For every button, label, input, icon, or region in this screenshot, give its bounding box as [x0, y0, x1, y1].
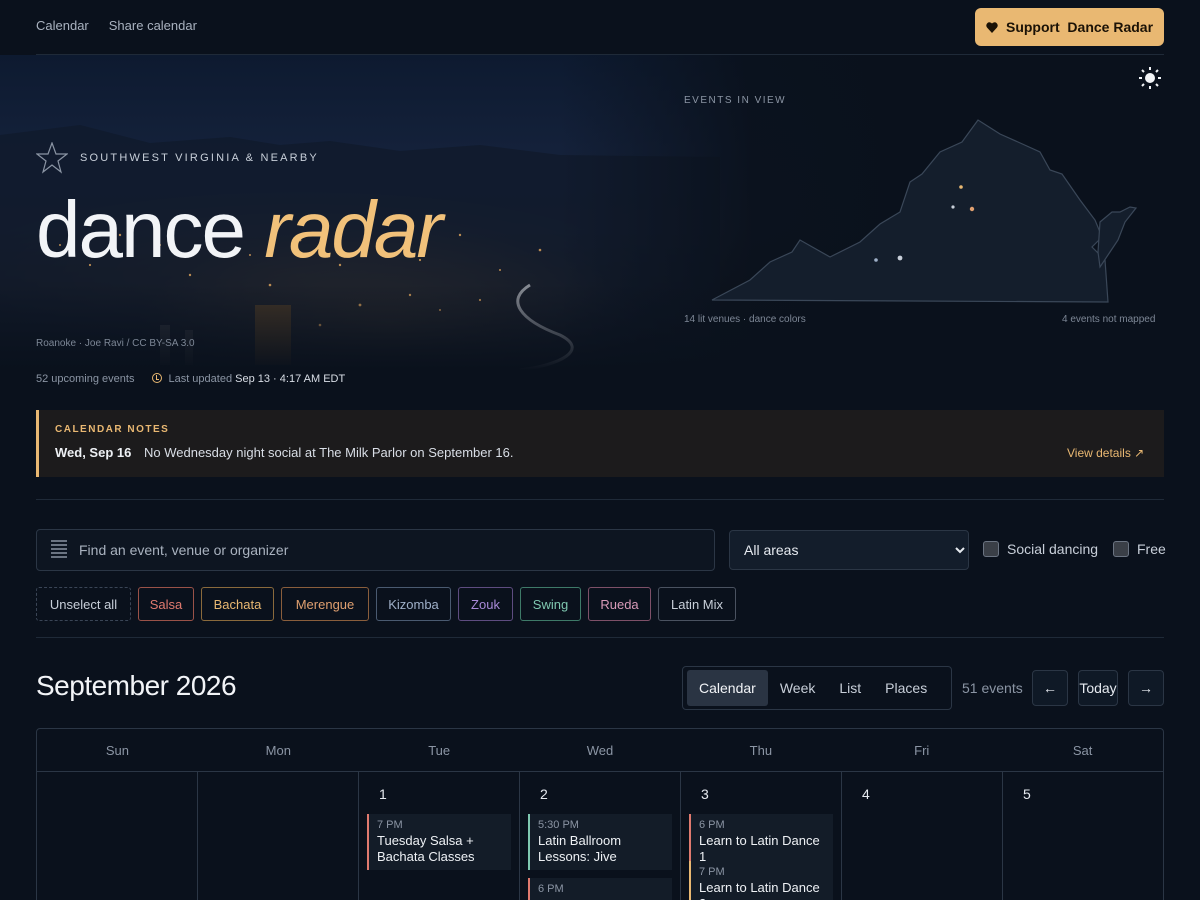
venue-marker[interactable]	[897, 255, 903, 261]
chip-rueda[interactable]: Rueda	[588, 587, 651, 621]
search-input[interactable]	[79, 542, 679, 558]
venue-marker[interactable]	[969, 206, 975, 212]
search-icon	[51, 540, 67, 558]
hero-subtitle: SOUTHWEST VIRGINIA & NEARBY	[80, 152, 319, 164]
upcoming-count: 52 upcoming events	[36, 373, 135, 385]
notes-text: No Wednesday night social at The Milk Pa…	[144, 445, 514, 460]
divider	[36, 637, 1164, 638]
view-switcher: Calendar Week List Places	[682, 666, 952, 710]
checkbox-box[interactable]	[983, 541, 999, 557]
social-dancing-checkbox[interactable]: Social dancing	[983, 541, 1098, 557]
heart-icon	[986, 21, 998, 33]
chip-kizomba[interactable]: Kizomba	[376, 587, 451, 621]
sun-icon[interactable]	[1138, 66, 1162, 90]
site-title-main: dance	[36, 185, 265, 274]
event-time: 5:30 PM	[538, 819, 579, 831]
prev-month-button[interactable]: ←	[1032, 670, 1068, 706]
weekday-label: Sun	[105, 743, 129, 758]
weekday-label: Sat	[1072, 743, 1093, 758]
social-dancing-label: Social dancing	[1007, 541, 1099, 557]
checkbox-box[interactable]	[1113, 541, 1129, 557]
view-places-button[interactable]: Places	[873, 670, 939, 706]
day-cell-empty	[198, 772, 359, 900]
virginia-map[interactable]	[700, 112, 1150, 307]
view-calendar-button[interactable]: Calendar	[687, 670, 768, 706]
day-number: 5	[1023, 786, 1031, 802]
nav-share-calendar-link[interactable]: Share calendar	[109, 18, 197, 33]
chip-bachata[interactable]: Bachata	[201, 587, 274, 621]
area-select[interactable]: All areas	[729, 530, 969, 570]
search-field	[36, 529, 715, 571]
hero-subtitle-row: SOUTHWEST VIRGINIA & NEARBY	[36, 142, 319, 174]
event-time: 7 PM	[377, 819, 403, 831]
free-label: Free	[1137, 541, 1166, 557]
photo-credit: Roanoke · Joe Ravi / CC BY-SA 3.0	[36, 338, 195, 349]
day-cell[interactable]: 4	[842, 772, 1003, 900]
last-updated-value: Sep 13 · 4:17 AM EDT	[235, 373, 346, 385]
support-button[interactable]: Support Dance Radar	[975, 8, 1164, 46]
day-number: 4	[862, 786, 870, 802]
unselect-all-button[interactable]: Unselect all	[36, 587, 131, 621]
venue-marker[interactable]	[959, 185, 963, 189]
day-number: 1	[379, 786, 387, 802]
weekday-label: Fri	[914, 743, 930, 758]
clock-icon	[152, 373, 163, 383]
last-updated-label: Last updated	[168, 373, 233, 385]
weekday-header: Sun Mon Tue Wed Thu Fri Sat	[37, 729, 1163, 772]
last-updated: Last updated Sep 13 · 4:17 AM EDT	[152, 373, 345, 385]
event-card[interactable]: 7 PM Tuesday Salsa + Bachata Classes	[367, 814, 511, 870]
event-card[interactable]: 6 PM	[528, 878, 672, 900]
notes-label: CALENDAR NOTES	[55, 424, 170, 435]
chip-merengue[interactable]: Merengue	[281, 587, 369, 621]
events-in-view-label: EVENTS IN VIEW	[684, 95, 787, 106]
week-row: 1 7 PM Tuesday Salsa + Bachata Classes 2…	[37, 772, 1163, 900]
day-cell-empty	[37, 772, 198, 900]
view-details-link[interactable]: View details ↗	[1067, 446, 1144, 460]
chip-latin-mix[interactable]: Latin Mix	[658, 587, 736, 621]
view-list-button[interactable]: List	[827, 670, 873, 706]
event-title: Learn to Latin Dance 2	[699, 880, 820, 900]
venue-marker[interactable]	[951, 205, 955, 209]
map-legend: 14 lit venues · dance colors	[684, 314, 806, 325]
event-title: Tuesday Salsa + Bachata Classes	[377, 833, 475, 864]
top-nav: Calendar Share calendar	[36, 18, 197, 33]
stats-row: 52 upcoming events Last updated Sep 13 ·…	[36, 373, 345, 385]
event-card[interactable]: 7 PM Learn to Latin Dance 2	[689, 861, 833, 900]
today-button[interactable]: Today	[1078, 670, 1118, 706]
day-cell[interactable]: 1 7 PM Tuesday Salsa + Bachata Classes	[359, 772, 520, 900]
view-week-button[interactable]: Week	[768, 670, 828, 706]
free-checkbox[interactable]: Free	[1113, 541, 1166, 557]
chip-swing[interactable]: Swing	[520, 587, 581, 621]
support-label: Support Dance Radar	[1005, 19, 1154, 35]
day-cell[interactable]: 5	[1003, 772, 1163, 900]
month-title: September 2026	[36, 670, 237, 701]
unmapped-events-count: 4 events not mapped	[1062, 314, 1156, 325]
day-number: 3	[701, 786, 709, 802]
site-title-accent: radar	[264, 185, 443, 274]
star-logo-icon	[36, 142, 68, 174]
chip-salsa[interactable]: Salsa	[138, 587, 194, 621]
calendar-grid: Sun Mon Tue Wed Thu Fri Sat 1 7 PM Tuesd…	[36, 728, 1164, 900]
nav-calendar-link[interactable]: Calendar	[36, 18, 89, 33]
event-time: 6 PM	[699, 819, 725, 831]
notes-date: Wed, Sep 16	[55, 445, 132, 460]
calendar-notes: CALENDAR NOTES Wed, Sep 16 No Wednesday …	[36, 410, 1164, 477]
event-title: Latin Ballroom Lessons: Jive	[538, 833, 622, 864]
weekday-label: Tue	[428, 743, 451, 758]
day-cell[interactable]: 2 5:30 PM Latin Ballroom Lessons: Jive 6…	[520, 772, 681, 900]
site-title: dance radar	[36, 185, 443, 275]
venue-marker[interactable]	[874, 258, 878, 262]
next-month-button[interactable]: →	[1128, 670, 1164, 706]
chip-zouk[interactable]: Zouk	[458, 587, 513, 621]
weekday-label: Wed	[586, 743, 614, 758]
weekday-label: Mon	[265, 743, 291, 758]
weekday-label: Thu	[749, 743, 773, 758]
day-number: 2	[540, 786, 548, 802]
divider	[36, 499, 1164, 500]
event-count: 51 events	[962, 680, 1023, 696]
event-time: 7 PM	[699, 866, 725, 878]
event-time: 6 PM	[538, 883, 564, 895]
day-cell[interactable]: 3 6 PM Learn to Latin Dance 1 7 PM Learn…	[681, 772, 842, 900]
event-card[interactable]: 5:30 PM Latin Ballroom Lessons: Jive	[528, 814, 672, 870]
